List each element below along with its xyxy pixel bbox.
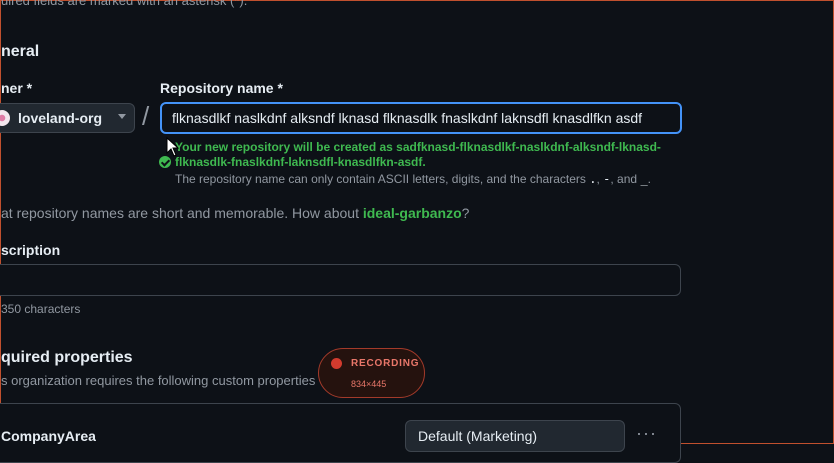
more-options-icon[interactable]: ···	[636, 423, 657, 444]
record-dot-icon	[331, 358, 342, 369]
section-heading-required-properties: quired properties	[1, 349, 133, 366]
suggestion-end: ?	[461, 205, 470, 221]
owner-avatar	[0, 110, 10, 126]
chevron-down-icon	[118, 114, 126, 119]
description-input[interactable]	[0, 264, 681, 296]
recording-size: 834×445	[351, 379, 387, 389]
hint-char-underscore: _	[640, 172, 648, 186]
repository-name-hint: The repository name can only contain ASC…	[175, 172, 651, 186]
check-circle-icon	[159, 156, 171, 168]
description-label: scription	[1, 242, 61, 258]
repository-name-label: Repository name *	[160, 80, 283, 96]
hint-text: The repository name can only contain ASC…	[175, 172, 586, 186]
hint-separator: , and	[610, 172, 638, 186]
property-value-dropdown[interactable]: Default (Marketing)	[405, 420, 625, 452]
required-fields-note: uired fields are marked with an asterisk…	[1, 0, 248, 8]
suggested-name-link[interactable]: ideal-garbanzo	[363, 205, 462, 221]
hint-separator: ,	[596, 172, 600, 186]
recording-label: RECORDING	[351, 358, 420, 369]
success-message: Your new repository will be created as s…	[175, 140, 661, 169]
owner-label: ner *	[1, 80, 33, 96]
owner-name: loveland-org	[18, 110, 103, 126]
repository-name-input[interactable]	[160, 102, 682, 134]
properties-subtitle: s organization requires the following cu…	[1, 373, 316, 388]
hint-end: .	[647, 172, 652, 186]
description-char-count: 350 characters	[1, 302, 81, 316]
suggestion-text: at repository names are short and memora…	[1, 205, 359, 221]
recording-indicator: RECORDING 834×445	[318, 348, 425, 398]
property-name: CompanyArea	[1, 428, 96, 444]
owner-dropdown[interactable]: loveland-org	[0, 103, 135, 133]
name-suggestion: at repository names are short and memora…	[1, 205, 469, 221]
owner-repo-separator: /	[142, 101, 150, 131]
section-heading-general: neral	[1, 43, 40, 60]
